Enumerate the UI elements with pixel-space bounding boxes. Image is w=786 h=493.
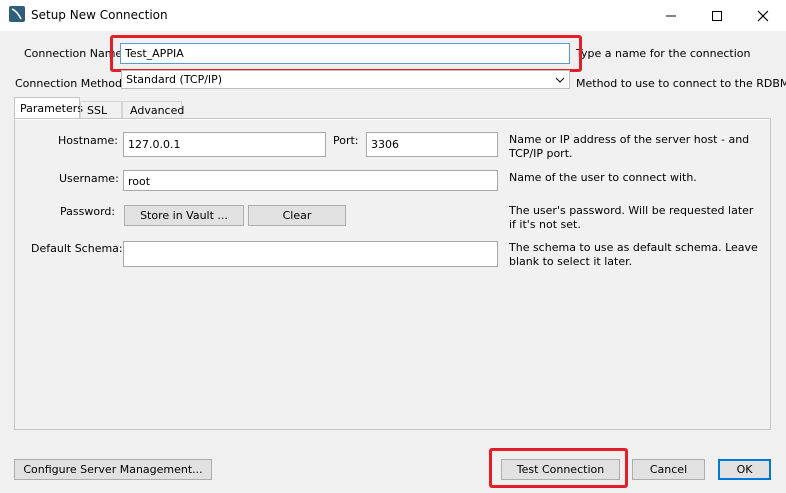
title-bar: Setup New Connection <box>0 0 786 31</box>
password-label: Password: <box>60 205 116 218</box>
maximize-icon <box>712 10 722 21</box>
tab-advanced[interactable]: Advanced <box>122 101 184 119</box>
connection-name-help: Type a name for the connection <box>576 47 751 60</box>
configure-server-management-button[interactable]: Configure Server Management... <box>14 459 212 480</box>
default-schema-input[interactable] <box>123 241 498 267</box>
default-schema-help: The schema to use as default schema. Lea… <box>509 241 758 268</box>
port-input[interactable]: 3306 <box>366 132 498 157</box>
username-help: Name of the user to connect with. <box>509 171 697 184</box>
tab-parameters[interactable]: Parameters <box>14 97 83 119</box>
connection-method-label: Connection Method: <box>15 77 126 90</box>
username-input[interactable]: root <box>123 170 498 191</box>
cancel-button[interactable]: Cancel <box>632 459 705 480</box>
port-label: Port: <box>333 134 359 147</box>
hostname-label: Hostname: <box>58 134 118 147</box>
store-in-vault-button[interactable]: Store in Vault ... <box>124 205 244 226</box>
minimize-icon <box>666 15 676 16</box>
parameters-panel <box>14 118 771 430</box>
default-schema-label: Default Schema: <box>31 242 123 255</box>
password-help: The user's password. Will be requested l… <box>509 204 754 231</box>
mysql-workbench-icon <box>9 6 25 22</box>
clear-password-button[interactable]: Clear <box>248 205 346 226</box>
window-title: Setup New Connection <box>31 8 168 22</box>
connection-method-help: Method to use to connect to the RDBMS <box>576 77 786 90</box>
ok-button[interactable]: OK <box>718 459 771 480</box>
highlight-box-connection-name <box>110 35 582 72</box>
chevron-down-icon <box>555 77 565 83</box>
close-icon <box>757 10 769 21</box>
highlight-box-test-connection <box>489 448 628 488</box>
connection-method-select[interactable]: Standard (TCP/IP) <box>121 70 570 89</box>
tab-ssl[interactable]: SSL <box>80 101 122 119</box>
connection-method-value: Standard (TCP/IP) <box>126 73 223 86</box>
minimize-button[interactable] <box>648 0 694 31</box>
username-label: Username: <box>59 172 119 185</box>
hostname-help: Name or IP address of the server host - … <box>509 133 750 160</box>
hostname-input[interactable]: 127.0.0.1 <box>123 132 326 157</box>
close-button[interactable] <box>740 0 786 31</box>
maximize-button[interactable] <box>694 0 740 31</box>
